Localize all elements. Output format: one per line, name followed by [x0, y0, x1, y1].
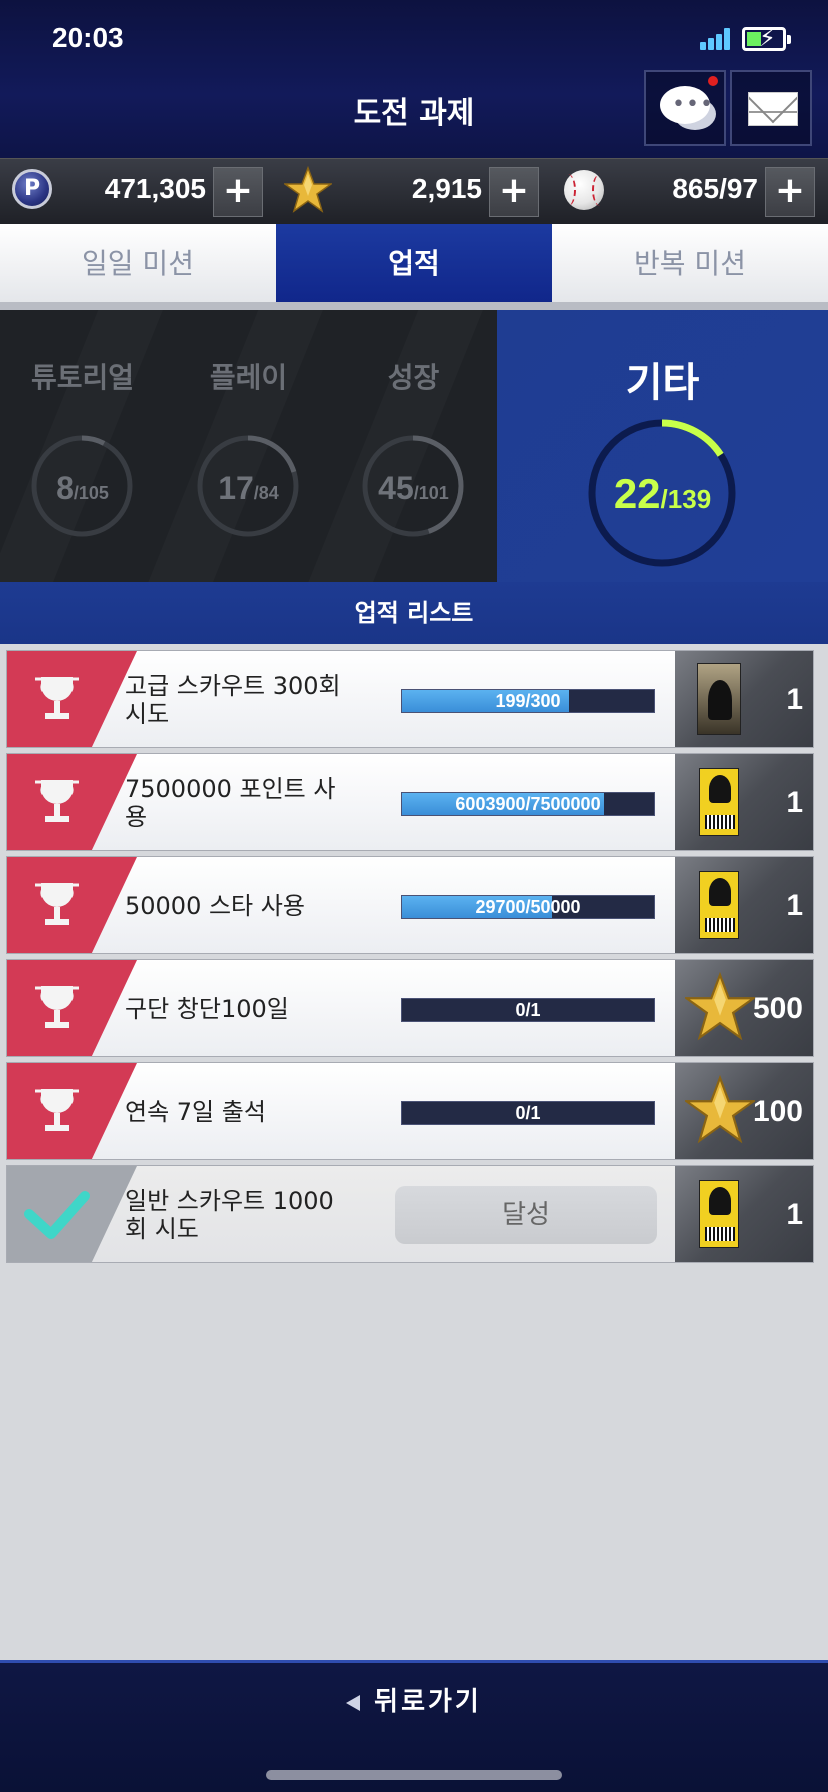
achievement-row[interactable]: 구단 창단100일 0/1 500	[6, 959, 814, 1057]
achievement-title: 50000 스타 사용	[125, 892, 305, 920]
reward-qty: 100	[752, 1095, 803, 1128]
scout-ticket-icon	[699, 768, 739, 836]
add-points-button[interactable]: +	[213, 167, 263, 217]
trophy-icon	[7, 1063, 137, 1159]
category-etc-selected[interactable]: 기타 22/139	[497, 310, 828, 582]
currency-bar: P 471,305 + 2,915 + 865/97 +	[0, 158, 828, 224]
progress-text: 0/1	[515, 1000, 541, 1020]
category-done: 8	[56, 470, 74, 506]
reward-qty: 1	[786, 683, 803, 716]
home-indicator[interactable]	[266, 1770, 562, 1780]
tab-daily-mission[interactable]: 일일 미션	[0, 224, 276, 304]
trophy-icon	[7, 754, 137, 850]
back-arrow-icon	[346, 1694, 361, 1711]
footer: 뒤로가기	[0, 1660, 828, 1792]
reward-box[interactable]: 1	[675, 1166, 813, 1262]
scout-ticket-icon	[699, 1180, 739, 1248]
achievement-title: 7500000 포인트 사용	[125, 775, 336, 831]
tab-bar: 일일 미션 업적 반복 미션	[0, 224, 828, 310]
tab-achievements[interactable]: 업적	[276, 224, 552, 304]
star-icon	[685, 972, 755, 1041]
envelope-icon	[748, 92, 798, 126]
progress-bar: 0/1	[401, 998, 655, 1022]
points-value: 471,305	[104, 173, 206, 204]
check-icon	[7, 1166, 137, 1262]
points-coin-icon: P	[12, 169, 52, 209]
achievement-row[interactable]: 7500000 포인트 사용 6003900/7500000 1	[6, 753, 814, 851]
add-balls-button[interactable]: +	[765, 167, 815, 217]
achievement-title: 구단 창단100일	[125, 995, 289, 1023]
category-label: 튜토리얼	[30, 361, 135, 394]
achievement-row[interactable]: 연속 7일 출석 0/1 100	[6, 1062, 814, 1160]
progress-text: 199/300	[495, 691, 561, 711]
signal-icon	[700, 28, 732, 50]
reward-qty: 1	[786, 1198, 803, 1231]
reward-box[interactable]: 1	[675, 857, 813, 953]
achievement-title: 연속 7일 출석	[125, 1098, 266, 1126]
add-stars-button[interactable]: +	[489, 167, 539, 217]
baseball-icon	[564, 170, 604, 210]
chat-button[interactable]: •••	[644, 70, 726, 146]
category-label: 성장	[387, 361, 440, 394]
category-tutorial[interactable]: 튜토리얼 8/105	[0, 310, 165, 582]
status-time: 20:03	[52, 22, 124, 53]
achievement-title: 고급 스카우트 300회 시도	[125, 672, 341, 728]
list-title: 업적 리스트	[0, 582, 828, 644]
scout-ticket-icon	[699, 871, 739, 939]
reward-box[interactable]: 1	[675, 651, 813, 747]
back-button[interactable]: 뒤로가기	[0, 1681, 828, 1718]
tab-repeat-mission[interactable]: 반복 미션	[552, 224, 828, 304]
reward-qty: 1	[786, 786, 803, 819]
reward-box[interactable]: 500	[675, 960, 813, 1056]
back-label: 뒤로가기	[374, 1687, 482, 1717]
balls-value: 865/97	[672, 173, 758, 204]
category-done: 17	[218, 470, 254, 506]
category-total: /105	[73, 483, 109, 503]
progress-bar: 6003900/7500000	[401, 792, 655, 816]
category-growth[interactable]: 성장 45/101	[331, 310, 496, 582]
notification-dot	[708, 76, 718, 86]
reward-box[interactable]: 100	[675, 1063, 813, 1159]
category-total: /101	[413, 483, 449, 503]
battery-icon: ⚡	[742, 26, 791, 51]
progress-bar: 199/300	[401, 689, 655, 713]
star-icon	[284, 166, 332, 213]
progress-text: 29700/50000	[475, 897, 581, 917]
stars-value: 2,915	[411, 173, 482, 204]
progress-bar: 29700/50000	[401, 895, 655, 919]
top-bar: 20:03 ⚡ 도전 과제 •••	[0, 0, 828, 158]
progress-text: 0/1	[515, 1103, 541, 1123]
category-total: /84	[253, 483, 279, 503]
progress-text: 6003900/7500000	[455, 794, 601, 814]
completed-button[interactable]: 달성	[395, 1186, 657, 1244]
selected-category-total: /139	[660, 484, 712, 514]
achievement-row-completed[interactable]: 일반 스카우트 1000회 시도 달성 1	[6, 1165, 814, 1263]
achievement-row[interactable]: 50000 스타 사용 29700/50000 1	[6, 856, 814, 954]
trophy-icon	[7, 960, 137, 1056]
reward-qty: 1	[786, 889, 803, 922]
star-icon	[685, 1075, 755, 1144]
achievement-title: 일반 스카우트 1000회 시도	[125, 1187, 334, 1243]
trophy-icon	[7, 651, 137, 747]
premium-card-icon	[697, 663, 741, 735]
selected-category-done: 22	[613, 470, 661, 517]
achievement-row[interactable]: 고급 스카우트 300회 시도 199/300 1	[6, 650, 814, 748]
trophy-icon	[7, 857, 137, 953]
category-panel: 튜토리얼 8/105 플레이 17/84 성장 45/101	[0, 310, 497, 582]
category-done: 45	[378, 470, 414, 506]
reward-qty: 500	[752, 992, 803, 1025]
reward-box[interactable]: 1	[675, 754, 813, 850]
selected-category-label: 기타	[625, 360, 700, 406]
progress-bar: 0/1	[401, 1101, 655, 1125]
mail-button[interactable]	[730, 70, 812, 146]
category-label: 플레이	[209, 361, 288, 394]
category-play[interactable]: 플레이 17/84	[166, 310, 331, 582]
